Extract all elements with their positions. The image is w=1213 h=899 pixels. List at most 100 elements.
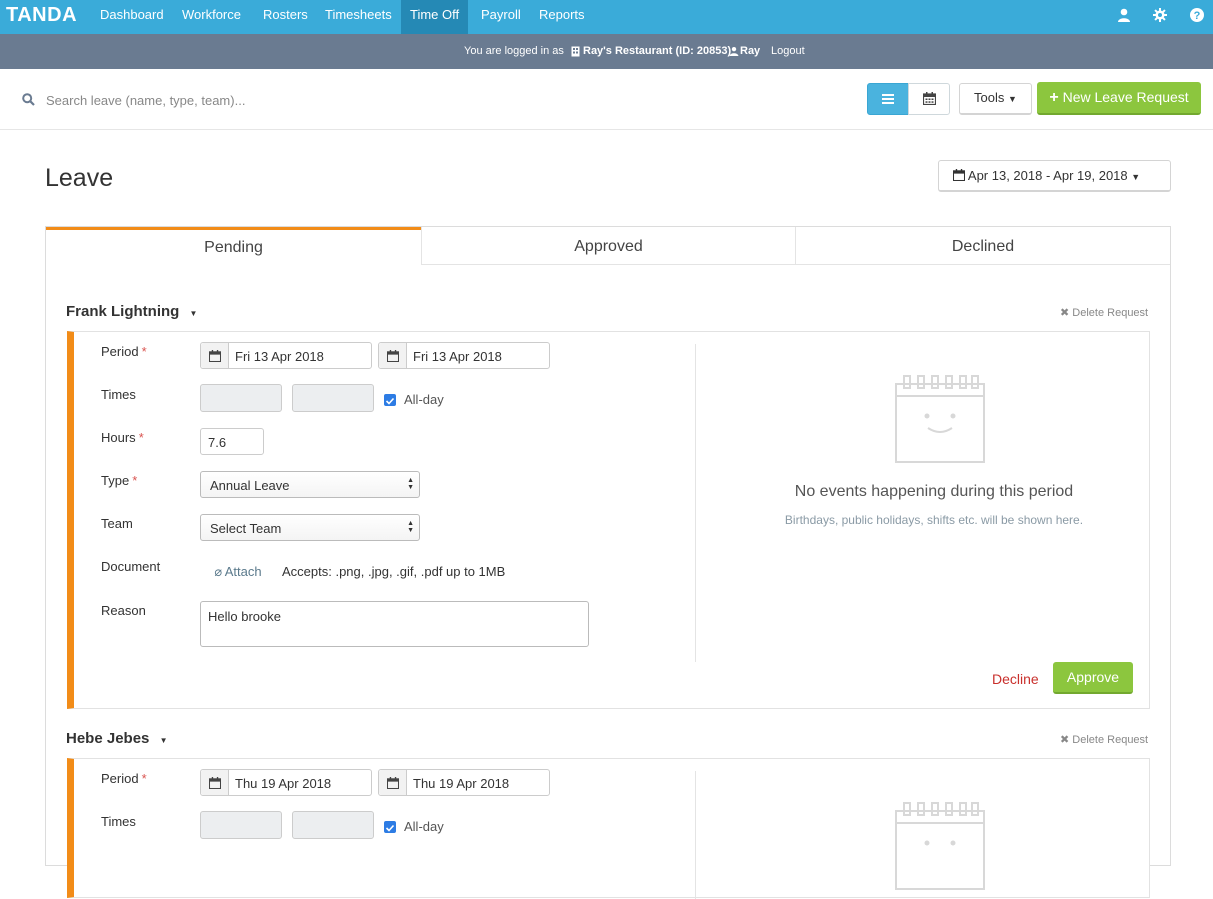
- delete-request-label: Delete Request: [1072, 734, 1149, 746]
- close-icon: ✖: [1060, 734, 1070, 746]
- logged-in-prefix: You are logged in as: [464, 45, 564, 57]
- leave-request-card: Period * Fri 13 Apr 2018 Fri 13 Apr 2018 …: [67, 331, 1150, 709]
- start-date-value: Fri 13 Apr 2018: [235, 349, 324, 364]
- tab-declined[interactable]: Declined: [795, 227, 1170, 265]
- nav-payroll[interactable]: Payroll: [472, 0, 530, 34]
- logout-link[interactable]: Logout: [771, 45, 805, 57]
- calendar-icon: [201, 770, 229, 795]
- select-arrows-icon: ▲ ▼: [407, 520, 414, 534]
- leave-type-value: Annual Leave: [210, 478, 290, 493]
- nav-timesheets[interactable]: Timesheets: [316, 0, 401, 34]
- hours-label: Hours *: [101, 430, 144, 445]
- help-icon[interactable]: ?: [1189, 7, 1205, 23]
- nav-time-off[interactable]: Time Off: [401, 0, 469, 34]
- team-label: Team: [101, 516, 133, 531]
- start-time-input[interactable]: [200, 811, 282, 839]
- org-name[interactable]: Ray's Restaurant (ID: 20853): [583, 45, 731, 57]
- gear-icon[interactable]: [1152, 7, 1168, 23]
- caret-down-icon: ▼: [189, 309, 198, 318]
- nav-rosters[interactable]: Rosters: [254, 0, 317, 34]
- end-time-input[interactable]: [292, 384, 374, 412]
- team-value: Select Team: [210, 521, 282, 536]
- end-date-value: Thu 19 Apr 2018: [413, 776, 510, 791]
- request-employee-name[interactable]: Hebe Jebes ▼: [66, 730, 167, 747]
- calendar-icon: [923, 92, 936, 105]
- leave-panel: Pending Approved Declined Frank Lightnin…: [45, 226, 1171, 899]
- attach-link[interactable]: ⌀ Attach: [214, 564, 262, 580]
- tools-label: Tools: [974, 90, 1005, 105]
- tab-pending[interactable]: Pending: [46, 227, 421, 265]
- search-input[interactable]: [46, 89, 446, 111]
- tools-dropdown-button[interactable]: Tools ▼: [959, 83, 1032, 115]
- tanda-logo[interactable]: TANDA: [6, 4, 77, 27]
- delete-request-link[interactable]: ✖ Delete Request: [1060, 306, 1148, 319]
- caret-down-icon: ▼: [1131, 172, 1141, 182]
- accepted-file-types: Accepts: .png, .jpg, .gif, .pdf up to 1M…: [282, 564, 506, 579]
- all-day-checkbox[interactable]: [384, 394, 396, 406]
- leave-toolbar: Tools ▼ + New Leave Request: [0, 69, 1213, 130]
- top-navbar: TANDA Dashboard Workforce Rosters Timesh…: [0, 0, 1213, 34]
- close-icon: ✖: [1060, 307, 1070, 319]
- calendar-icon: [379, 343, 407, 368]
- calendar-icon: [379, 770, 407, 795]
- nav-reports[interactable]: Reports: [530, 0, 594, 34]
- user-icon[interactable]: [1116, 7, 1132, 23]
- nav-dashboard[interactable]: Dashboard: [91, 0, 173, 34]
- nav-workforce[interactable]: Workforce: [173, 0, 250, 34]
- times-label: Times: [101, 814, 136, 829]
- approve-button[interactable]: Approve: [1053, 662, 1133, 694]
- select-arrows-icon: ▲ ▼: [407, 477, 414, 491]
- all-day-label: All-day: [404, 392, 444, 407]
- page-title: Leave: [45, 164, 114, 192]
- start-date-field[interactable]: Fri 13 Apr 2018: [200, 342, 372, 369]
- period-label: Period *: [101, 344, 147, 359]
- times-label: Times: [101, 387, 136, 402]
- empty-calendar-icon: [895, 802, 985, 890]
- attach-label: Attach: [224, 564, 262, 579]
- leave-type-select[interactable]: Annual Leave ▲ ▼: [200, 471, 420, 498]
- delete-request-label: Delete Request: [1072, 307, 1149, 319]
- column-divider: [695, 771, 696, 899]
- new-leave-label: New Leave Request: [1062, 89, 1189, 105]
- list-icon: [882, 94, 894, 104]
- reason-label: Reason: [101, 603, 146, 618]
- request-employee-name[interactable]: Frank Lightning ▼: [66, 303, 197, 320]
- column-divider: [695, 344, 696, 662]
- team-select[interactable]: Select Team ▲ ▼: [200, 514, 420, 541]
- reason-textarea[interactable]: Hello brooke: [200, 601, 589, 647]
- all-day-label: All-day: [404, 819, 444, 834]
- decline-button[interactable]: Decline: [992, 671, 1039, 687]
- calendar-icon: [952, 169, 966, 182]
- no-events-subtitle: Birthdays, public holidays, shifts etc. …: [784, 513, 1084, 527]
- start-time-input[interactable]: [200, 384, 282, 412]
- date-range-picker[interactable]: Apr 13, 2018 - Apr 19, 2018 ▼: [938, 160, 1171, 192]
- list-view-button[interactable]: [867, 83, 909, 115]
- search-icon: [22, 93, 35, 106]
- employee-name-label: Hebe Jebes: [66, 730, 150, 747]
- all-day-checkbox[interactable]: [384, 821, 396, 833]
- leave-request-card: Period * Thu 19 Apr 2018 Thu 19 Apr 2018 …: [67, 758, 1150, 899]
- paperclip-icon: ⌀: [214, 564, 222, 579]
- hours-input[interactable]: 7.6: [200, 428, 264, 455]
- calendar-icon: [201, 343, 229, 368]
- end-time-input[interactable]: [292, 811, 374, 839]
- calendar-view-button[interactable]: [908, 83, 950, 115]
- delete-request-link[interactable]: ✖ Delete Request: [1060, 733, 1148, 746]
- empty-calendar-icon: [895, 375, 985, 463]
- no-events-title: No events happening during this period: [794, 483, 1074, 500]
- plus-icon: +: [1049, 89, 1059, 106]
- login-bar: You are logged in as Ray's Restaurant (I…: [0, 34, 1213, 69]
- type-label: Type *: [101, 473, 138, 488]
- caret-down-icon: ▼: [1008, 94, 1017, 104]
- checkmark-icon: [385, 824, 395, 832]
- checkmark-icon: [385, 397, 395, 405]
- current-user[interactable]: Ray: [740, 45, 760, 57]
- tab-approved[interactable]: Approved: [421, 227, 795, 265]
- end-date-field[interactable]: Fri 13 Apr 2018: [378, 342, 550, 369]
- start-date-field[interactable]: Thu 19 Apr 2018: [200, 769, 372, 796]
- svg-text:?: ?: [1194, 10, 1201, 22]
- end-date-value: Fri 13 Apr 2018: [413, 349, 502, 364]
- date-range-label: Apr 13, 2018 - Apr 19, 2018: [967, 168, 1128, 183]
- end-date-field[interactable]: Thu 19 Apr 2018: [378, 769, 550, 796]
- new-leave-request-button[interactable]: + New Leave Request: [1037, 82, 1201, 115]
